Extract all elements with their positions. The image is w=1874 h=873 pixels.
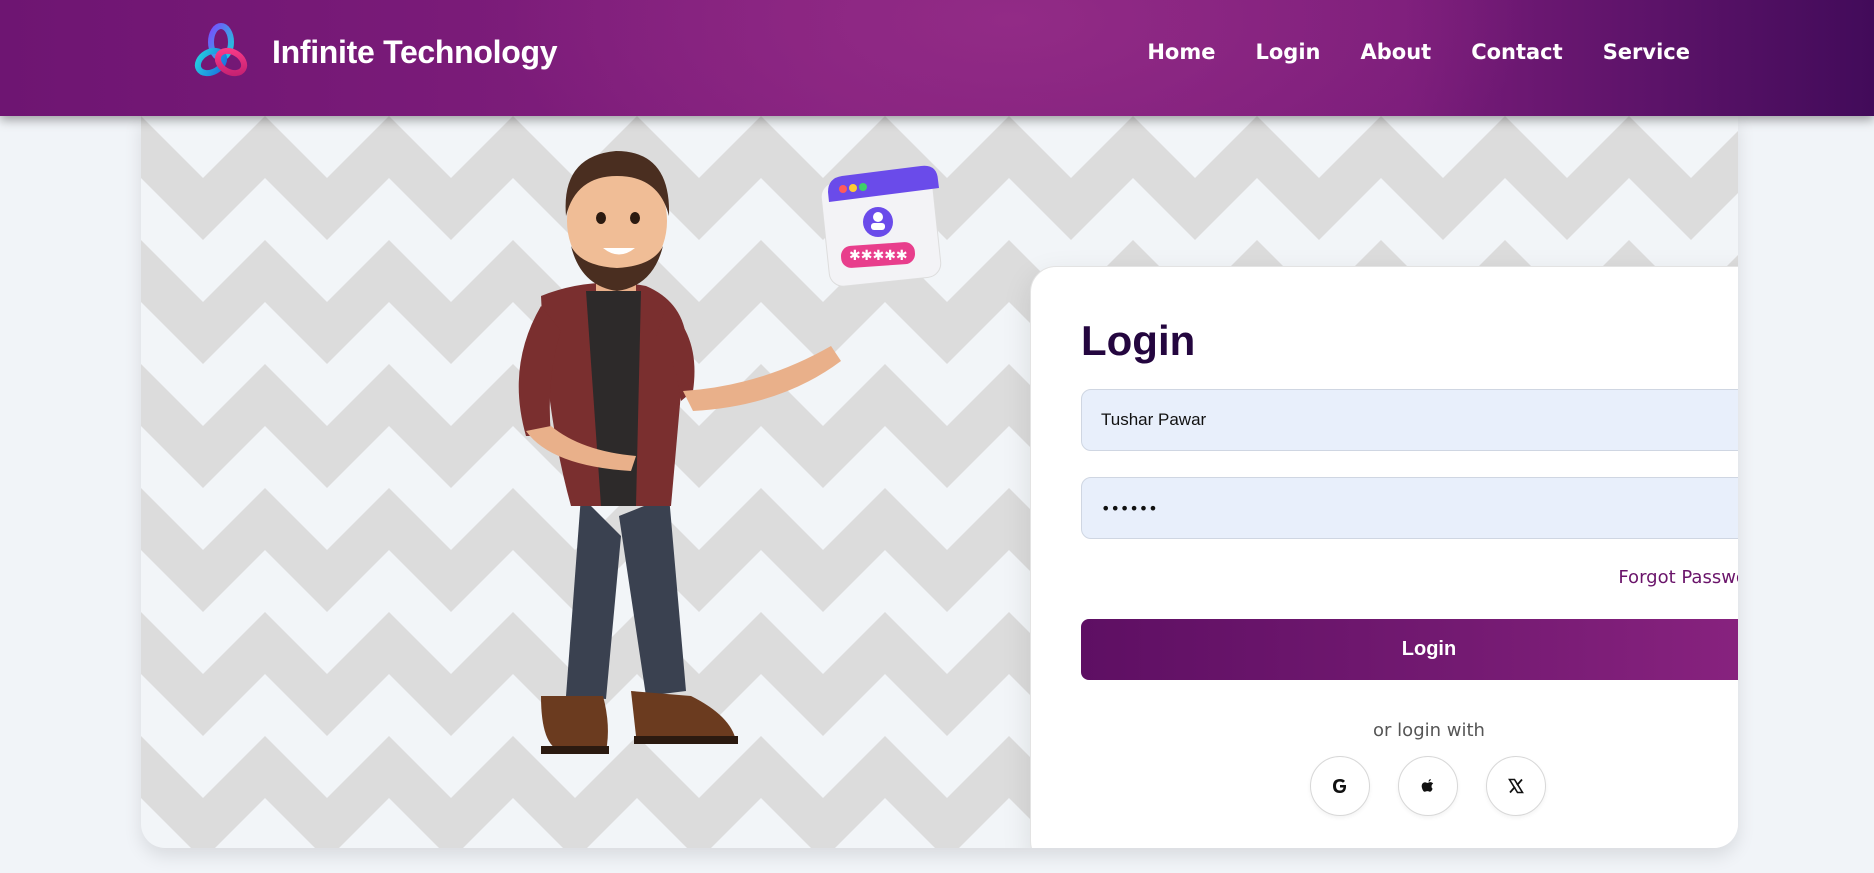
- login-title: Login: [1081, 317, 1196, 364]
- top-navbar: Infinite Technology Home Login About Con…: [0, 0, 1874, 116]
- brand[interactable]: Infinite Technology: [190, 22, 558, 82]
- x-icon: [1508, 778, 1524, 794]
- login-stage: ✱✱✱✱✱ Login •••••• Forgot Password? L: [141, 116, 1738, 848]
- apple-login-button[interactable]: [1398, 756, 1458, 816]
- google-login-button[interactable]: [1310, 756, 1370, 816]
- nav-contact[interactable]: Contact: [1471, 40, 1563, 64]
- x-login-button[interactable]: [1486, 756, 1546, 816]
- nav-home[interactable]: Home: [1147, 40, 1215, 64]
- login-card: Login •••••• Forgot Password? Login or l…: [1030, 266, 1738, 848]
- social-login-group: [1310, 756, 1574, 816]
- nav-login[interactable]: Login: [1255, 40, 1320, 64]
- google-icon: [1333, 779, 1347, 793]
- username-input[interactable]: [1081, 389, 1738, 451]
- password-input[interactable]: [1081, 477, 1738, 539]
- svg-text:✱✱✱✱✱: ✱✱✱✱✱: [849, 248, 908, 264]
- main-nav: Home Login About Contact Service: [1107, 40, 1690, 64]
- login-button[interactable]: Login: [1081, 619, 1738, 680]
- nav-about[interactable]: About: [1360, 40, 1431, 64]
- login-window-icon: ✱✱✱✱✱: [820, 165, 942, 287]
- triple-ring-logo-icon: [194, 23, 248, 77]
- brand-name: Infinite Technology: [272, 33, 558, 70]
- nav-service[interactable]: Service: [1603, 40, 1690, 64]
- or-login-with-text: or login with: [1373, 720, 1485, 741]
- forgot-password-link[interactable]: Forgot Password?: [1618, 567, 1738, 588]
- apple-icon: [1421, 779, 1434, 792]
- character-illustration: ✱✱✱✱✱: [518, 151, 942, 754]
